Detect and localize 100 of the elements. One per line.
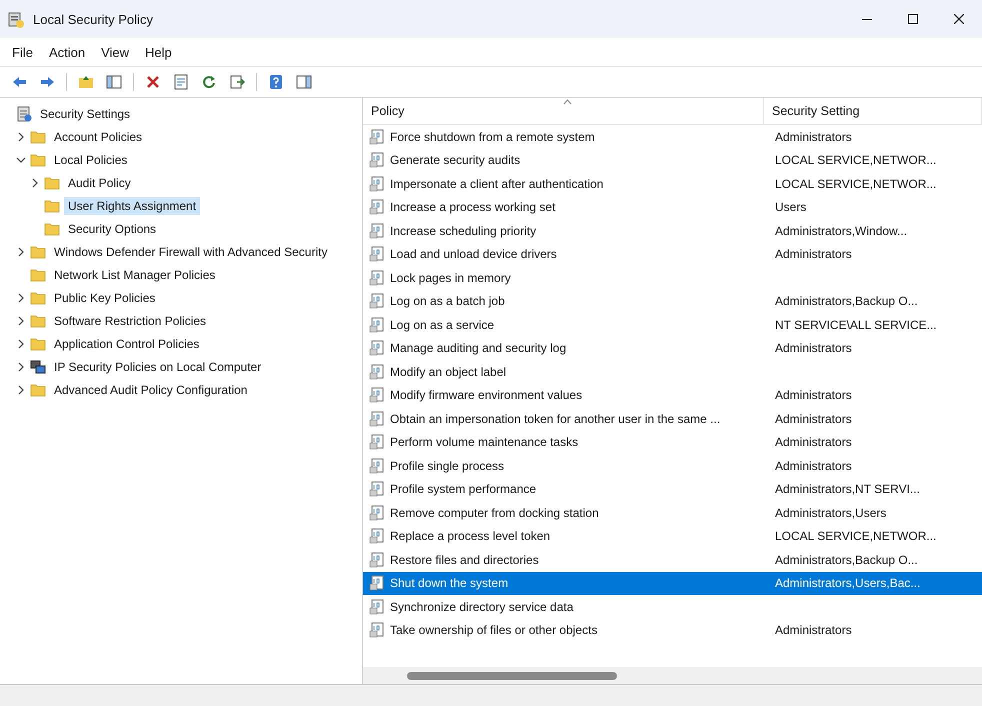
policy-document-icon (16, 106, 32, 122)
policy-name: Log on as a service (390, 318, 494, 332)
document-icon (173, 74, 189, 90)
table-row[interactable]: Manage auditing and security log Administrators (363, 336, 982, 360)
security-setting: Administrators,Backup O... (775, 552, 918, 567)
tree-item[interactable]: Software Restriction Policies (50, 312, 210, 330)
menu-item[interactable]: Help (137, 40, 180, 64)
security-setting: Administrators (775, 412, 852, 426)
policy-name: Take ownership of files or other objects (390, 623, 598, 638)
folder-icon (44, 174, 60, 190)
policy-name: Profile single process (390, 458, 504, 473)
chevron-icon[interactable] (16, 246, 26, 256)
security-setting: Administrators (775, 435, 852, 450)
tree-item[interactable]: Network List Manager Policies (50, 266, 220, 284)
policy-icon (369, 246, 385, 262)
policy-name: Profile system performance (390, 482, 536, 496)
computers-icon (30, 358, 46, 374)
tree-item[interactable]: Windows Defender Firewall with Advanced Security (50, 242, 332, 260)
policy-icon (369, 552, 385, 568)
folder-icon (44, 220, 60, 236)
table-row[interactable]: Generate security audits LOCAL SERVICE,NETWOR... (363, 148, 982, 172)
tree-item[interactable]: Account Policies (50, 128, 146, 146)
security-setting: Administrators (775, 623, 852, 638)
policy-icon (369, 387, 385, 404)
policy-icon (369, 152, 385, 168)
policy-icon (369, 481, 385, 498)
column-header[interactable]: Policy (363, 98, 764, 124)
menu-item[interactable]: File (4, 40, 41, 64)
table-row[interactable]: Impersonate a client after authentication LOCAL SERVICE,NETWOR... (363, 172, 982, 196)
horizontal-scrollbar[interactable] (363, 667, 982, 684)
chevron-icon[interactable] (16, 338, 26, 348)
security-setting: Administrators (775, 247, 852, 262)
security-setting: Administrators,Window... (775, 224, 908, 238)
table-row[interactable]: Increase scheduling priority Administrators,Window... (363, 219, 982, 242)
folder-icon (30, 266, 46, 282)
chevron-icon[interactable] (16, 362, 26, 372)
policy-name: Increase scheduling priority (390, 224, 536, 238)
folder-icon (44, 198, 60, 214)
table-row[interactable]: Remove computer from docking station Administrators,Users (363, 501, 982, 524)
chevron-icon[interactable] (16, 132, 26, 142)
table-row[interactable]: Synchronize directory service data (363, 595, 982, 618)
policy-icon (369, 176, 385, 192)
tree-item[interactable]: User Rights Assignment (64, 196, 200, 214)
tree-item[interactable]: Local Policies (50, 150, 132, 168)
policy-name: Impersonate a client after authentication (390, 176, 604, 191)
menu-item[interactable]: View (93, 40, 138, 64)
tree-item[interactable]: Security Settings (36, 104, 134, 122)
sort-caret-icon (563, 99, 572, 105)
table-row[interactable]: Modify an object label (363, 360, 982, 384)
chevron-icon[interactable] (30, 178, 40, 188)
window-title: Local Security Policy (33, 12, 154, 26)
chevron-icon[interactable] (16, 384, 26, 394)
policy-icon (369, 410, 385, 427)
folder-icon (30, 336, 46, 352)
table-row[interactable]: Force shutdown from a remote system Administrators (363, 125, 982, 148)
security-setting: Administrators (775, 341, 852, 356)
policy-icon (369, 458, 385, 474)
table-row[interactable]: Increase a process working set Users (363, 196, 982, 219)
security-setting: Administrators (775, 130, 852, 144)
tree-item[interactable]: Application Control Policies (50, 334, 204, 352)
policy-icon (369, 222, 385, 239)
table-row[interactable]: Replace a process level token LOCAL SERVICE,NETWOR... (363, 524, 982, 548)
chevron-icon[interactable] (16, 154, 26, 164)
policy-icon (369, 364, 385, 380)
tree-item[interactable]: Audit Policy (64, 174, 135, 192)
policy-name: Log on as a batch job (390, 294, 505, 308)
tree-item[interactable]: IP Security Policies on Local Computer (50, 358, 266, 376)
table-row[interactable]: Log on as a service NT SERVICE\ALL SERVICE... (363, 313, 982, 336)
column-header[interactable]: Security Setting (764, 98, 982, 124)
chevron-icon[interactable] (16, 292, 26, 302)
tree-item[interactable]: Public Key Policies (50, 288, 160, 306)
policy-name: Replace a process level token (390, 529, 550, 544)
table-row[interactable]: Shut down the system Administrators,Users,Bac... (363, 572, 982, 595)
table-row[interactable]: Restore files and directories Administrators,Backup O... (363, 548, 982, 572)
table-row[interactable]: Profile single process Administrators (363, 454, 982, 478)
tree-item[interactable]: Security Options (64, 220, 160, 238)
security-setting: Administrators (775, 458, 852, 473)
table-row[interactable]: Log on as a batch job Administrators,Backup O... (363, 290, 982, 313)
table-row[interactable]: Lock pages in memory (363, 266, 982, 290)
refresh-icon (201, 74, 217, 90)
table-row[interactable]: Profile system performance Administrators,NT SERVI... (363, 478, 982, 501)
policy-icon (369, 575, 385, 592)
security-setting: LOCAL SERVICE,NETWOR... (775, 153, 936, 168)
policy-icon (369, 128, 385, 145)
chevron-icon[interactable] (16, 316, 26, 326)
policy-name: Generate security audits (390, 153, 520, 168)
help-icon (268, 74, 284, 90)
table-row[interactable]: Perform volume maintenance tasks Administrators (363, 430, 982, 454)
policy-name: Manage auditing and security log (390, 341, 566, 356)
tree-item[interactable]: Advanced Audit Policy Configuration (50, 380, 252, 398)
policy-icon (369, 293, 385, 310)
table-row[interactable]: Obtain an impersonation token for another user in the same ... Administrators (363, 407, 982, 430)
table-row[interactable]: Modify firmware environment values Administrators (363, 384, 982, 407)
maximize-icon (908, 14, 918, 24)
table-row[interactable]: Load and unload device drivers Administrators (363, 242, 982, 266)
policy-name: Perform volume maintenance tasks (390, 435, 578, 450)
policy-icon (369, 434, 385, 450)
menu-item[interactable]: Action (40, 40, 94, 64)
table-row[interactable]: Take ownership of files or other objects Administrators (363, 618, 982, 642)
back-arrow-icon (11, 74, 27, 90)
